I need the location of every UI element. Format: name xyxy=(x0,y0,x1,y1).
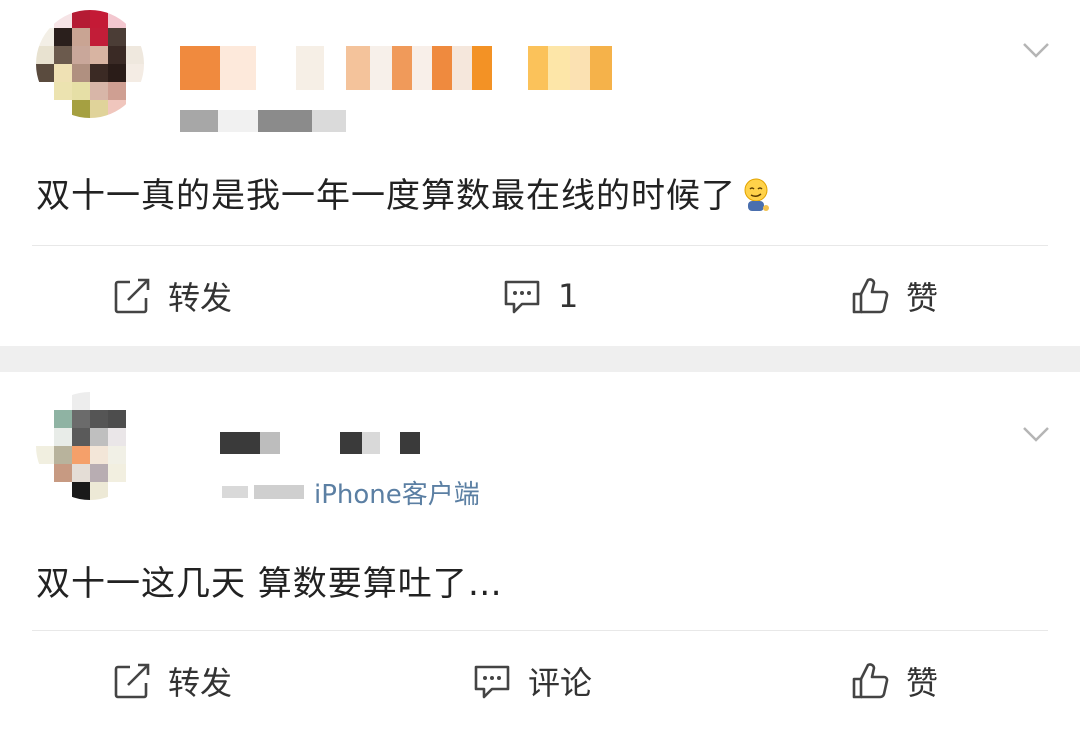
repost-icon xyxy=(114,663,150,699)
post-text: 双十一真的是我一年一度算数最在线的时候了 xyxy=(36,176,736,216)
like-label: 赞 xyxy=(906,279,939,317)
chevron-down-icon[interactable] xyxy=(1022,420,1050,448)
repost-button[interactable]: 转发 xyxy=(110,657,232,705)
action-bar: 转发 评论 赞 xyxy=(0,631,1080,730)
repost-icon xyxy=(114,278,150,314)
post-separator xyxy=(0,346,1080,372)
username-obscured[interactable] xyxy=(220,432,420,454)
comment-label: 评论 xyxy=(528,664,593,702)
thumbs-up-icon xyxy=(852,663,889,699)
post-source[interactable]: iPhone客户端 xyxy=(314,474,480,511)
like-button[interactable]: 赞 xyxy=(848,657,938,705)
avatar[interactable] xyxy=(36,10,144,118)
comment-icon xyxy=(474,665,510,699)
post-content: 双十一真的是我一年一度算数最在线的时候了 xyxy=(36,168,772,217)
comment-button[interactable]: 评论 xyxy=(470,657,592,705)
repost-button[interactable]: 转发 xyxy=(110,272,232,320)
repost-label: 转发 xyxy=(168,664,233,702)
action-bar: 转发 1 赞 xyxy=(0,246,1080,346)
post-card[interactable]: iPhone客户端 双十一这几天 算数要算吐了… 转发 评论 赞 xyxy=(0,372,1080,730)
comment-button[interactable]: 1 xyxy=(500,272,578,320)
comment-icon xyxy=(504,280,540,314)
post-meta: iPhone客户端 xyxy=(222,474,480,511)
post-text: 双十一这几天 算数要算吐了… xyxy=(36,564,503,604)
post-meta xyxy=(180,108,346,134)
username-obscured[interactable] xyxy=(180,46,612,90)
repost-label: 转发 xyxy=(168,279,233,317)
avatar[interactable] xyxy=(36,392,144,500)
chevron-down-icon[interactable] xyxy=(1022,36,1050,64)
smirk-emoji-icon xyxy=(744,178,769,211)
feed: 双十一真的是我一年一度算数最在线的时候了 转发 1 赞 iPhone客户端 双十… xyxy=(0,0,1080,730)
like-button[interactable]: 赞 xyxy=(848,272,938,320)
post-card[interactable]: 双十一真的是我一年一度算数最在线的时候了 转发 1 赞 xyxy=(0,0,1080,346)
comment-count: 1 xyxy=(558,277,579,315)
like-label: 赞 xyxy=(906,664,939,702)
post-content: 双十一这几天 算数要算吐了… xyxy=(36,556,503,605)
thumbs-up-icon xyxy=(852,278,889,314)
